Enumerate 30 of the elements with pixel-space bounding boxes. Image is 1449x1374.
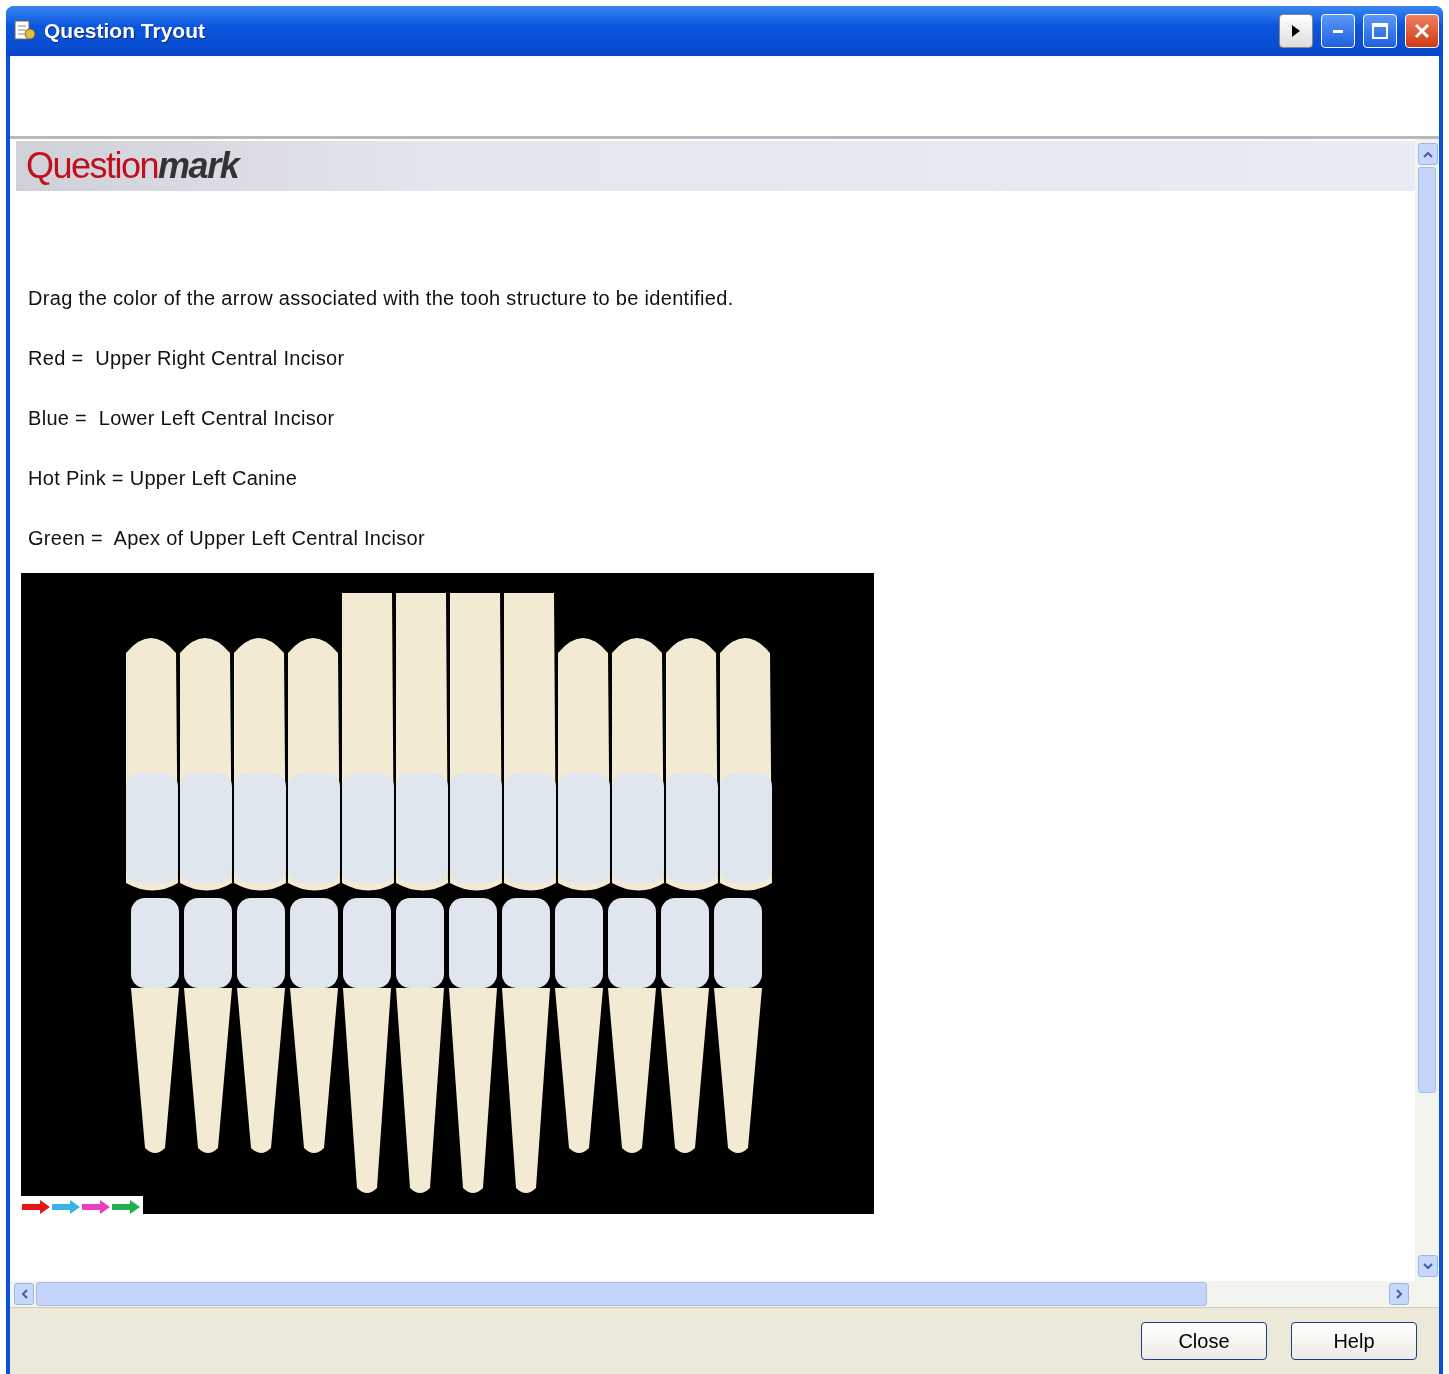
dialog-button[interactable]: Close (1141, 1322, 1267, 1360)
minimize-button[interactable] (1321, 14, 1355, 48)
legend-text: Red = Upper Right Central Incisor (28, 346, 346, 371)
questionmark-logo: Questionmark (26, 145, 239, 187)
scroll-left-button[interactable] (14, 1283, 34, 1305)
scroll-down-button[interactable] (1418, 1255, 1438, 1277)
maximize-icon (1371, 22, 1389, 40)
scroll-up-button[interactable] (1418, 143, 1438, 165)
instruction-text: Drag the color of the arrow associated with the tooh structure to be identified. (28, 286, 735, 311)
minimize-icon (1333, 29, 1343, 33)
chevron-right-icon (1395, 1289, 1403, 1299)
arrow-icon[interactable] (21, 1200, 51, 1214)
close-window-button[interactable] (1405, 14, 1439, 48)
play-icon (1291, 24, 1301, 38)
legend-text: Hot Pink = Upper Left Canine (28, 466, 299, 491)
window-title: Question Tryout (44, 19, 206, 43)
arrow-icon[interactable] (51, 1200, 81, 1214)
play-button[interactable] (1279, 14, 1313, 48)
legend-text: Green = Apex of Upper Left Central Incisor (28, 526, 426, 551)
dialog-button[interactable]: Help (1291, 1322, 1417, 1360)
arrow-icon[interactable] (81, 1200, 111, 1214)
scroll-right-button[interactable] (1389, 1283, 1409, 1305)
chevron-left-icon (20, 1289, 28, 1299)
legend-text: Blue = Lower Left Central Incisor (28, 406, 336, 431)
close-icon (1413, 22, 1431, 40)
arrow-icon[interactable] (111, 1200, 141, 1214)
chevron-down-icon (1423, 1262, 1433, 1270)
app-icon (12, 19, 36, 43)
maximize-button[interactable] (1363, 14, 1397, 48)
chevron-up-icon (1423, 150, 1433, 158)
